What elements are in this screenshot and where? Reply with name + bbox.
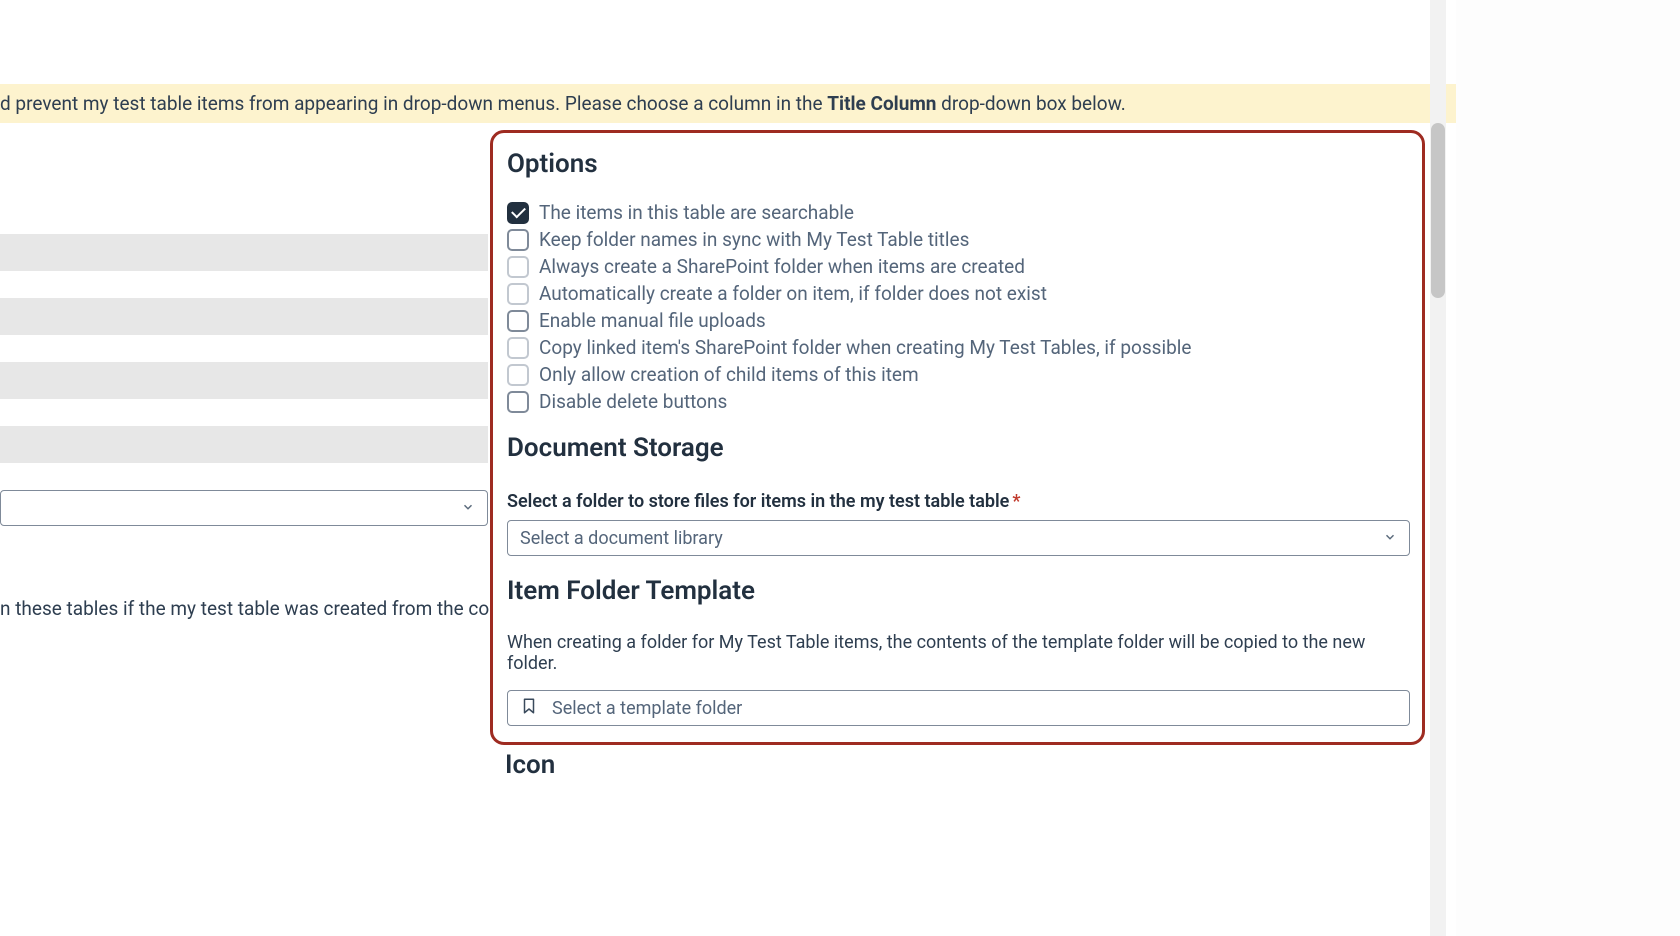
template-folder-select[interactable]: Select a template folder <box>507 690 1410 726</box>
check-item-always-create-folder[interactable]: Always create a SharePoint folder when i… <box>507 255 1410 278</box>
check-item-auto-create-folder[interactable]: Automatically create a folder on item, i… <box>507 282 1410 305</box>
options-panel: Options The items in this table are sear… <box>490 130 1425 745</box>
checkbox[interactable] <box>507 256 529 278</box>
select-placeholder: Select a document library <box>520 528 723 549</box>
template-placeholder: Select a template folder <box>552 698 742 719</box>
checkbox-label: Disable delete buttons <box>539 390 727 413</box>
checkbox[interactable] <box>507 202 529 224</box>
doc-storage-label-text: Select a folder to store files for items… <box>507 491 1009 512</box>
options-checklist: The items in this table are searchable K… <box>507 201 1410 413</box>
left-dropdown[interactable] <box>0 490 488 526</box>
checkbox[interactable] <box>507 310 529 332</box>
left-row <box>0 362 488 399</box>
checkbox-label: The items in this table are searchable <box>539 201 854 224</box>
checkbox-label: Always create a SharePoint folder when i… <box>539 255 1025 278</box>
notice-text-post: drop-down box below. <box>936 92 1125 115</box>
folder-template-heading: Item Folder Template <box>507 576 1410 606</box>
checkbox-label: Only allow creation of child items of th… <box>539 363 919 386</box>
folder-template-description: When creating a folder for My Test Table… <box>507 632 1410 674</box>
checkbox[interactable] <box>507 337 529 359</box>
notice-text-pre: d prevent my test table items from appea… <box>0 92 827 115</box>
checkbox-label: Keep folder names in sync with My Test T… <box>539 228 969 251</box>
scrollbar-thumb[interactable] <box>1431 123 1445 298</box>
checkbox[interactable] <box>507 229 529 251</box>
check-item-sync-folders[interactable]: Keep folder names in sync with My Test T… <box>507 228 1410 251</box>
checkbox[interactable] <box>507 283 529 305</box>
icon-heading: Icon <box>505 750 555 780</box>
left-row <box>0 426 488 463</box>
notice-text-bold: Title Column <box>827 92 936 115</box>
chevron-down-icon <box>461 499 475 518</box>
checkbox[interactable] <box>507 391 529 413</box>
check-item-manual-uploads[interactable]: Enable manual file uploads <box>507 309 1410 332</box>
chevron-down-icon <box>1383 528 1397 549</box>
check-item-copy-linked[interactable]: Copy linked item's SharePoint folder whe… <box>507 336 1410 359</box>
notice-banner: d prevent my test table items from appea… <box>0 84 1456 123</box>
check-item-searchable[interactable]: The items in this table are searchable <box>507 201 1410 224</box>
content-area: d prevent my test table items from appea… <box>0 0 1456 936</box>
left-paragraph: n these tables if the my test table was … <box>0 597 554 620</box>
right-gutter <box>1456 0 1680 936</box>
checkbox-label: Automatically create a folder on item, i… <box>539 282 1047 305</box>
checkbox-label: Enable manual file uploads <box>539 309 766 332</box>
check-item-disable-delete[interactable]: Disable delete buttons <box>507 390 1410 413</box>
document-library-select[interactable]: Select a document library <box>507 520 1410 556</box>
doc-storage-label: Select a folder to store files for items… <box>507 491 1410 512</box>
bookmark-icon <box>520 697 538 720</box>
required-asterisk: * <box>1012 491 1020 512</box>
checkbox-label: Copy linked item's SharePoint folder whe… <box>539 336 1191 359</box>
checkbox[interactable] <box>507 364 529 386</box>
check-item-child-only[interactable]: Only allow creation of child items of th… <box>507 363 1410 386</box>
left-row <box>0 234 488 271</box>
document-storage-heading: Document Storage <box>507 433 1410 463</box>
left-row <box>0 298 488 335</box>
options-heading: Options <box>507 149 1410 179</box>
